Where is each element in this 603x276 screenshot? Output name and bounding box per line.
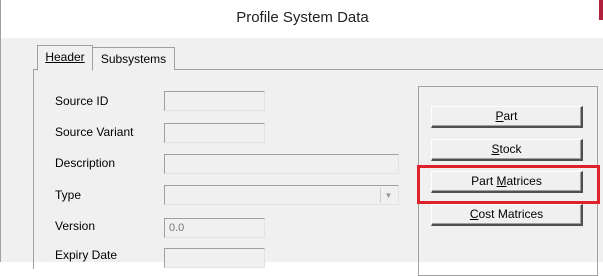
stock-button-mnemonic: S [491, 142, 500, 156]
dialog-content: Header Subsystems Source ID Source Varia… [1, 38, 603, 276]
close-button-edge[interactable] [599, 0, 603, 20]
version-label: Version [55, 219, 96, 233]
source-variant-field[interactable] [164, 123, 265, 143]
expiry-date-field[interactable] [164, 248, 265, 268]
title-bar[interactable]: Profile System Data [1, 0, 603, 38]
source-id-label: Source ID [55, 94, 109, 108]
chevron-down-icon[interactable]: ▼ [380, 188, 396, 203]
part-button-label: art [503, 109, 518, 123]
part-matrices-label-pre: Part [471, 174, 497, 188]
profile-system-data-window: Profile System Data Header Subsystems So… [0, 0, 603, 276]
type-combo[interactable]: ▼ [164, 185, 399, 205]
description-label: Description [55, 156, 116, 170]
source-variant-label: Source Variant [55, 125, 134, 139]
part-matrices-button[interactable]: Part Matrices [431, 171, 583, 193]
expiry-date-label: Expiry Date [55, 248, 118, 262]
version-field[interactable]: 0.0 [164, 218, 265, 238]
cost-matrices-button[interactable]: Cost Matrices [431, 204, 583, 226]
part-button-mnemonic: P [495, 109, 504, 123]
part-matrices-label: atrices [506, 174, 542, 188]
part-matrices-mnemonic: M [496, 174, 507, 188]
part-button[interactable]: Part [431, 106, 583, 128]
tab-header-label: Header [45, 50, 85, 64]
stock-button-label: tock [499, 142, 522, 156]
type-label: Type [55, 188, 82, 202]
tab-subsystems[interactable]: Subsystems [93, 47, 175, 70]
tab-subsystems-label: Subsystems [100, 52, 167, 66]
window-title: Profile System Data [236, 9, 369, 26]
description-field[interactable] [164, 154, 399, 174]
stock-button[interactable]: Stock [431, 139, 583, 161]
tab-header[interactable]: Header [37, 45, 93, 71]
source-id-field[interactable] [164, 91, 265, 111]
cost-matrices-label: ost Matrices [478, 207, 544, 221]
